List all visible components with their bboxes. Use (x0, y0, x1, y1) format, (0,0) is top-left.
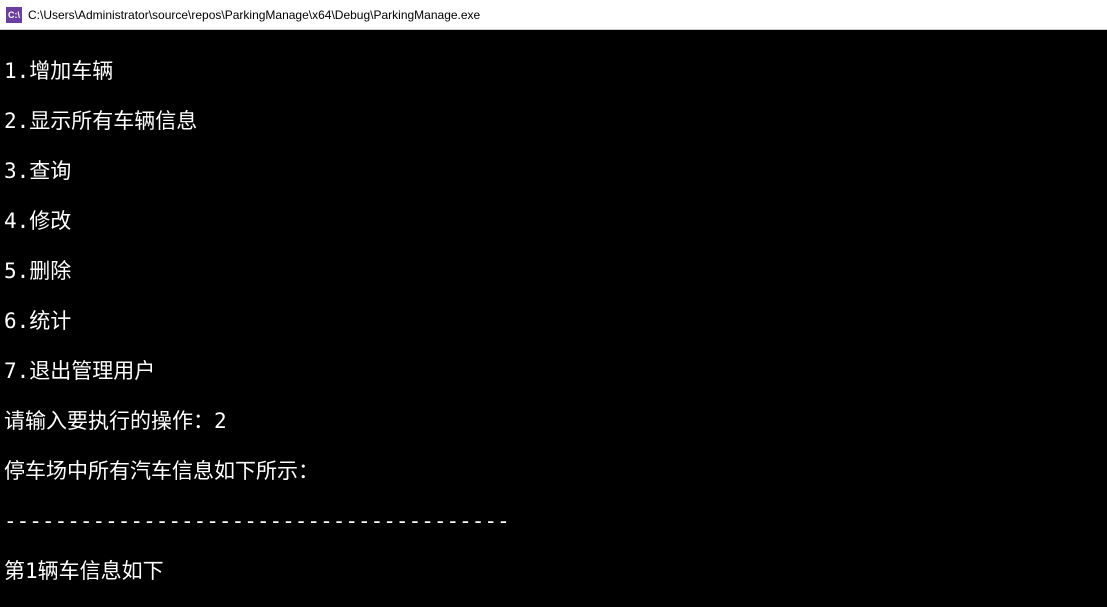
app-icon: C:\ (6, 7, 22, 23)
car-1-heading: 第1辆车信息如下 (4, 559, 1103, 584)
prompt-value: 2 (214, 409, 227, 433)
menu-item-1: 1.增加车辆 (4, 59, 1103, 84)
menu-item-4: 4.修改 (4, 209, 1103, 234)
menu-item-6: 6.统计 (4, 309, 1103, 334)
console-output[interactable]: 1.增加车辆 2.显示所有车辆信息 3.查询 4.修改 5.删除 6.统计 7.… (0, 30, 1107, 607)
menu-item-7: 7.退出管理用户 (4, 359, 1103, 384)
list-header: 停车场中所有汽车信息如下所示： (4, 459, 1103, 484)
menu-item-5: 5.删除 (4, 259, 1103, 284)
prompt-label: 请输入要执行的操作： (4, 409, 214, 433)
menu-item-2: 2.显示所有车辆信息 (4, 109, 1103, 134)
separator: ---------------------------------------- (4, 509, 1103, 534)
menu-item-3: 3.查询 (4, 159, 1103, 184)
window-title: C:\Users\Administrator\source\repos\Park… (28, 8, 480, 22)
prompt-line: 请输入要执行的操作：2 (4, 409, 1103, 434)
window-titlebar: C:\ C:\Users\Administrator\source\repos\… (0, 0, 1107, 30)
